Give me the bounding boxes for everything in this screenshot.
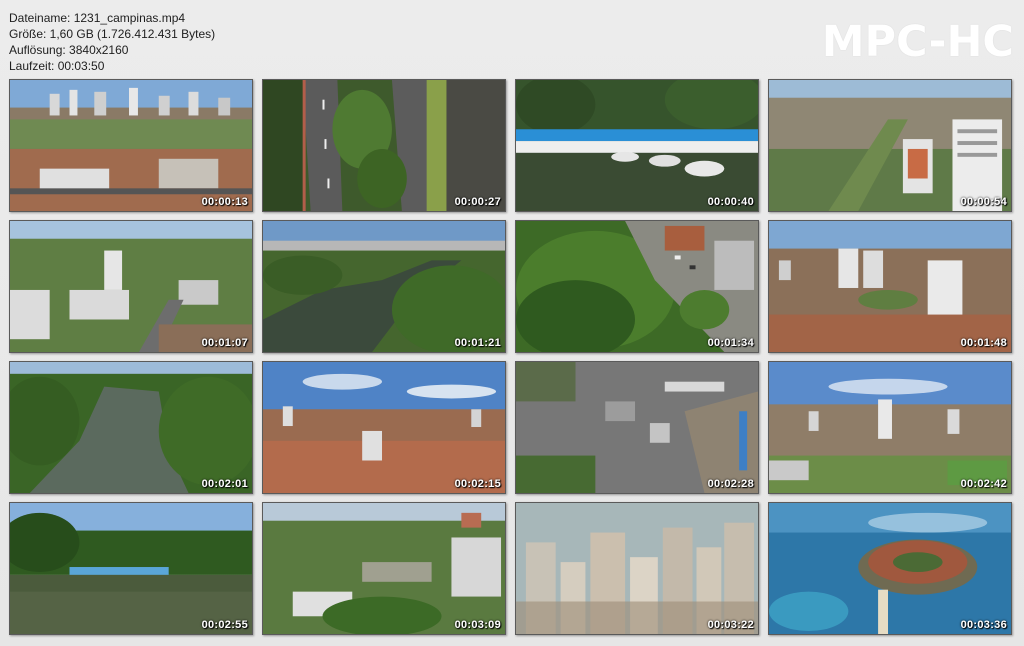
thumbnail-timestamp: 00:02:55	[201, 619, 248, 631]
thumbnail[interactable]: 00:01:21	[262, 220, 506, 353]
thumbnail[interactable]: 00:03:36	[768, 502, 1012, 635]
thumbnail-timestamp: 00:00:54	[960, 196, 1007, 208]
thumbnail-timestamp: 00:02:01	[201, 478, 248, 490]
thumbnail[interactable]: 00:03:09	[262, 502, 506, 635]
thumbnail[interactable]: 00:00:27	[262, 79, 506, 212]
mpc-hc-logo: MPC-HC	[821, 17, 1014, 67]
thumbnail[interactable]: 00:00:13	[9, 79, 253, 212]
thumbnail-timestamp: 00:02:28	[707, 478, 754, 490]
thumbnail[interactable]: 00:00:40	[515, 79, 759, 212]
thumbnail-timestamp: 00:03:09	[454, 619, 501, 631]
thumbnail-timestamp: 00:03:22	[707, 619, 754, 631]
filesize-line: Größe: 1,60 GB (1.726.412.431 Bytes)	[9, 27, 216, 41]
thumbnail[interactable]: 00:01:07	[9, 220, 253, 353]
thumbnail-timestamp: 00:00:40	[707, 196, 754, 208]
thumbnail-timestamp: 00:01:07	[201, 337, 248, 349]
filename-line: Dateiname: 1231_campinas.mp4	[9, 11, 186, 25]
thumbnail-grid: 00:00:13 00:00:27 00:00:40 00:00:54 00:0…	[9, 79, 1012, 635]
resolution-line: Auflösung: 3840x2160	[9, 43, 129, 57]
thumbnail-timestamp: 00:01:34	[707, 337, 754, 349]
thumbnail-timestamp: 00:02:42	[960, 478, 1007, 490]
thumbnail-timestamp: 00:00:27	[454, 196, 501, 208]
thumbnail[interactable]: 00:02:01	[9, 361, 253, 494]
thumbnail[interactable]: 00:02:15	[262, 361, 506, 494]
file-info-panel: Dateiname: 1231_campinas.mp4 Größe: 1,60…	[9, 10, 215, 74]
thumbnail-timestamp: 00:02:15	[454, 478, 501, 490]
thumbnail[interactable]: 00:02:55	[9, 502, 253, 635]
thumbnail-timestamp: 00:03:36	[960, 619, 1007, 631]
thumbnail[interactable]: 00:00:54	[768, 79, 1012, 212]
thumbnail-timestamp: 00:01:21	[454, 337, 501, 349]
thumbnail[interactable]: 00:01:48	[768, 220, 1012, 353]
duration-line: Laufzeit: 00:03:50	[9, 59, 105, 73]
thumbnail[interactable]: 00:02:42	[768, 361, 1012, 494]
thumbnail[interactable]: 00:02:28	[515, 361, 759, 494]
thumbnail[interactable]: 00:03:22	[515, 502, 759, 635]
thumbnail[interactable]: 00:01:34	[515, 220, 759, 353]
thumbnail-timestamp: 00:01:48	[960, 337, 1007, 349]
thumbnail-timestamp: 00:00:13	[201, 196, 248, 208]
